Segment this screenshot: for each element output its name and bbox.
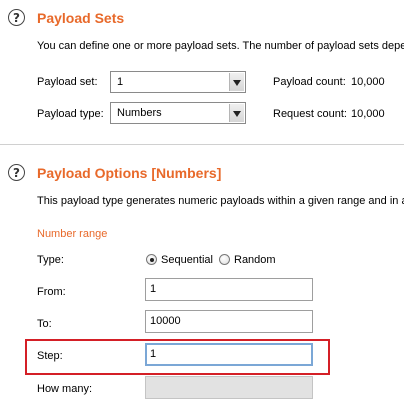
payload-count-label: Payload count: [273,76,346,88]
to-label: To: [37,318,52,330]
payload-count-value: 10,000 [351,76,385,88]
step-label: Step: [37,350,63,362]
step-input[interactable]: 1 [145,343,313,366]
section-divider [0,144,404,145]
type-label: Type: [37,254,64,266]
from-input[interactable]: 1 [145,278,313,301]
help-icon[interactable]: ? [8,9,25,26]
payload-type-label: Payload type: [37,108,104,120]
radio-sequential[interactable] [146,254,157,265]
request-count-label: Request count: [273,108,347,120]
dropdown-arrow-icon[interactable] [229,73,244,91]
help-icon[interactable]: ? [8,164,25,181]
dropdown-arrow-icon[interactable] [229,104,244,122]
payload-set-value: 1 [117,76,124,88]
number-range-heading: Number range [37,228,108,240]
payload-sets-title: Payload Sets [37,10,125,26]
to-input[interactable]: 10000 [145,310,313,333]
payload-sets-description: You can define one or more payload sets.… [37,40,404,52]
payload-type-select[interactable]: Numbers [110,102,246,124]
how-many-input [145,376,313,399]
payload-options-description: This payload type generates numeric payl… [37,195,404,207]
payload-type-value: Numbers [117,107,162,119]
radio-sequential-label[interactable]: Sequential [161,254,213,266]
payload-set-select[interactable]: 1 [110,71,246,93]
how-many-label: How many: [37,383,93,395]
radio-random[interactable] [219,254,230,265]
from-label: From: [37,286,66,298]
radio-random-label[interactable]: Random [234,254,276,266]
request-count-value: 10,000 [351,108,385,120]
payload-set-label: Payload set: [37,76,98,88]
payload-options-title: Payload Options [Numbers] [37,165,222,181]
